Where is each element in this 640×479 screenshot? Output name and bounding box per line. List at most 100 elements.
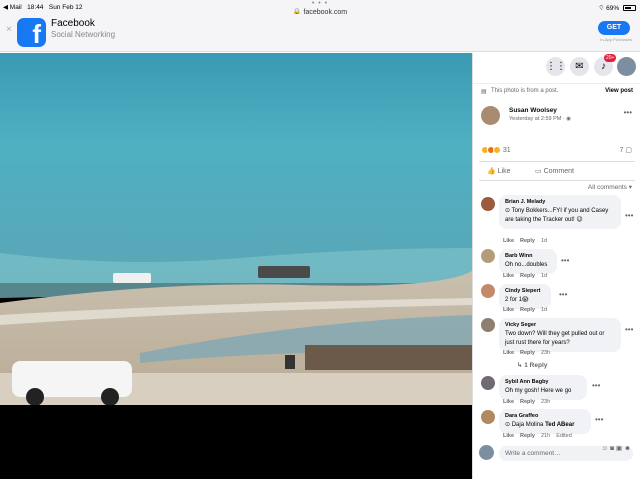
- reaction-summary[interactable]: 31: [481, 146, 511, 154]
- thumbs-up-icon: 👍: [487, 168, 496, 175]
- comment-more-icon[interactable]: •••: [595, 415, 603, 424]
- banner-app-category: Social Networking: [51, 30, 116, 39]
- commenter-name[interactable]: Vicky Seger: [505, 321, 615, 330]
- comment-meta: Like Reply 23h: [503, 399, 550, 405]
- app-banner: × f Facebook Social Networking GET In-Ap…: [0, 14, 640, 52]
- top-icons: ⋮⋮ ✉ ♪ 20+: [473, 53, 640, 79]
- banner-close-icon[interactable]: ×: [6, 24, 12, 35]
- comment-bubble: Barb Winn Oh no...doubles: [499, 249, 557, 274]
- write-comment-row: Write a comment… ☺◙▣☻: [479, 444, 637, 462]
- comment-bubble: Vicky Seger Two down? Will they get pull…: [499, 318, 621, 352]
- sticker-icon[interactable]: ☺: [601, 445, 610, 452]
- mention-icon: ⊙: [505, 422, 512, 428]
- comment-text: Two down? Will they get pulled out or ju…: [505, 331, 605, 346]
- comment-meta: Like Reply 23h: [503, 350, 550, 356]
- comment-meta: Like Reply 1d: [503, 273, 547, 279]
- my-avatar: [479, 445, 494, 460]
- commenter-name[interactable]: Dara Graffeo: [505, 412, 585, 421]
- comment-text: Oh my gosh! Here we go: [505, 388, 572, 394]
- commenter-avatar[interactable]: [481, 376, 495, 390]
- profile-avatar[interactable]: [617, 57, 636, 76]
- post-time[interactable]: Yesterday at 2:59 PM · ◉: [509, 116, 571, 122]
- like-button[interactable]: 👍 Like: [487, 167, 511, 175]
- comment-like[interactable]: Like: [503, 273, 514, 279]
- comment-time[interactable]: 1d: [541, 238, 547, 244]
- comment-like[interactable]: Like: [503, 433, 514, 439]
- status-bar: ◀ Mail 18:44 Sun Feb 12 • • • 🔒 facebook…: [0, 0, 640, 16]
- messenger-icon[interactable]: ✉: [570, 57, 589, 76]
- commenter-name[interactable]: Sybil Ann Bagby: [505, 378, 581, 387]
- banner-app-name: Facebook: [51, 18, 95, 29]
- comment-more-icon[interactable]: •••: [625, 211, 633, 220]
- mention-link[interactable]: Daja Molina: [512, 422, 544, 428]
- get-app-button[interactable]: GET: [598, 21, 630, 35]
- comment-like[interactable]: Like: [503, 307, 514, 313]
- battery-icon: [623, 5, 636, 12]
- post-actions: 👍 Like ▭ Comment: [479, 161, 635, 181]
- comment-time[interactable]: 1d: [541, 307, 547, 313]
- comment-more-icon[interactable]: •••: [625, 325, 633, 334]
- submerged-car: [113, 273, 151, 283]
- commenter-avatar[interactable]: [481, 284, 495, 298]
- comment-reply[interactable]: Reply: [520, 273, 535, 279]
- comment-time[interactable]: 23h: [541, 350, 550, 356]
- commenter-avatar[interactable]: [481, 197, 495, 211]
- commenter-avatar[interactable]: [481, 249, 495, 263]
- comment-count[interactable]: 7 ▢: [620, 146, 632, 154]
- beach-photo[interactable]: [0, 53, 472, 405]
- emoji-icon[interactable]: ☻: [624, 445, 633, 452]
- wifi-icon: ⌔: [598, 5, 605, 12]
- battery-percent: 69%: [606, 5, 620, 12]
- comment-more-icon[interactable]: •••: [559, 290, 567, 299]
- post-more-icon[interactable]: •••: [624, 108, 632, 117]
- mention-icon: ⊙: [505, 208, 512, 214]
- view-post-link[interactable]: View post: [605, 88, 633, 94]
- comment-filter[interactable]: All comments ▾: [588, 183, 632, 191]
- mention-link[interactable]: Tony Bokkers: [512, 208, 548, 214]
- menu-grid-icon[interactable]: ⋮⋮: [546, 57, 566, 76]
- comment-button[interactable]: ▭ Comment: [535, 167, 574, 175]
- in-app-purchases-label: In-App Purchases: [600, 37, 632, 42]
- comment-icon: ▭: [535, 168, 542, 175]
- comment-meta: Like Reply 1d: [503, 238, 547, 244]
- facebook-app-icon: f: [17, 18, 46, 49]
- comment-meta: Like Reply 21h Edited: [503, 433, 572, 439]
- post-panel: ⋮⋮ ✉ ♪ 20+ ▤ This photo is from a post. …: [472, 53, 640, 479]
- photo-from-post-row: ▤ This photo is from a post. View post: [473, 83, 640, 99]
- commenter-name[interactable]: Cindy Siepert: [505, 287, 545, 296]
- comment-time[interactable]: 23h: [541, 399, 550, 405]
- status-right: ⌔ 69%: [598, 3, 636, 12]
- post-author[interactable]: Susan Woolsey: [509, 107, 557, 114]
- comment-bubble: Sybil Ann Bagby Oh my gosh! Here we go: [499, 375, 587, 400]
- comment-time[interactable]: 21h: [541, 433, 550, 439]
- comment-bubble: Brian J. Melady ⊙ Tony Bokkers...FYI if …: [499, 195, 621, 229]
- comment-text: Oh no...doubles: [505, 262, 548, 268]
- comment-more-icon[interactable]: •••: [561, 256, 569, 265]
- commenter-avatar[interactable]: [481, 318, 495, 332]
- commenter-avatar[interactable]: [481, 410, 495, 424]
- gif-icon[interactable]: ▣: [616, 445, 624, 452]
- comment-reply[interactable]: Reply: [520, 238, 535, 244]
- notification-badge: 20+: [604, 54, 617, 62]
- comment-like[interactable]: Like: [503, 399, 514, 405]
- sad-icon: [493, 146, 501, 154]
- view-replies-link[interactable]: ↳ 1 Reply: [517, 361, 547, 369]
- comment-like[interactable]: Like: [503, 350, 514, 356]
- post-icon: ▤: [481, 89, 487, 95]
- comment-like[interactable]: Like: [503, 238, 514, 244]
- submerged-truck: [258, 266, 310, 278]
- author-avatar[interactable]: [481, 106, 500, 125]
- comment-reply[interactable]: Reply: [520, 399, 535, 405]
- comment-more-icon[interactable]: •••: [592, 381, 600, 390]
- reaction-count: 31: [502, 146, 511, 154]
- commenter-name[interactable]: Barb Winn: [505, 252, 551, 261]
- comment-reply[interactable]: Reply: [520, 350, 535, 356]
- commenter-name[interactable]: Brian J. Melady: [505, 198, 615, 207]
- comment-time[interactable]: 1d: [541, 273, 547, 279]
- multitask-dots[interactable]: • • •: [0, 0, 640, 7]
- edited-label: Edited: [556, 433, 572, 439]
- comment-reply[interactable]: Reply: [520, 433, 535, 439]
- comment-reply[interactable]: Reply: [520, 307, 535, 313]
- mention-link-2[interactable]: Ted ABear: [545, 422, 574, 428]
- from-post-text: This photo is from a post.: [491, 88, 559, 94]
